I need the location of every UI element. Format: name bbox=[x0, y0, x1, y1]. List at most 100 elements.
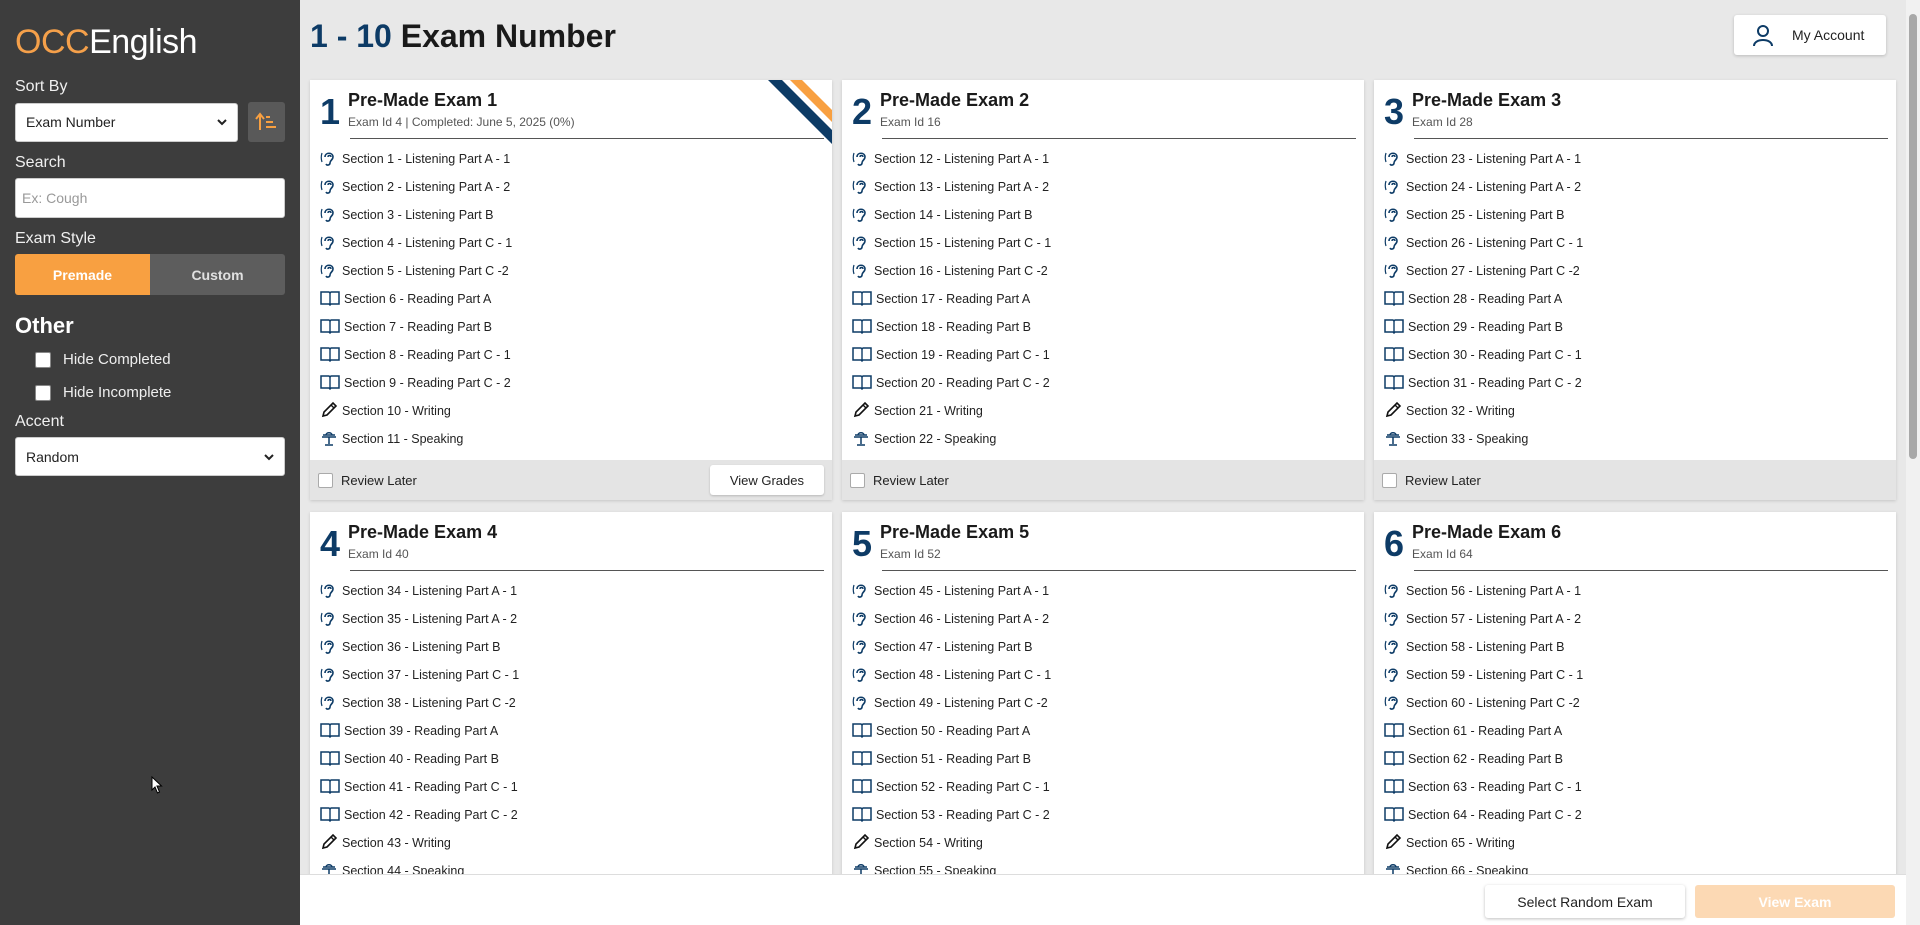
hide-incomplete-option[interactable]: Hide Incomplete bbox=[35, 384, 285, 401]
section-label: Section 10 - Writing bbox=[342, 404, 451, 418]
logo: OCCEnglish bbox=[15, 18, 285, 66]
section-item[interactable]: Section 19 - Reading Part C - 1 bbox=[852, 341, 1356, 369]
section-item[interactable]: Section 21 - Writing bbox=[852, 397, 1356, 425]
section-item[interactable]: Section 15 - Listening Part C - 1 bbox=[852, 229, 1356, 257]
accent-select[interactable]: Random bbox=[15, 437, 285, 476]
ear-icon bbox=[852, 177, 870, 198]
section-item[interactable]: Section 4 - Listening Part C - 1 bbox=[320, 229, 824, 257]
section-item[interactable]: Section 49 - Listening Part C -2 bbox=[852, 689, 1356, 717]
section-item[interactable]: Section 18 - Reading Part B bbox=[852, 313, 1356, 341]
section-item[interactable]: Section 29 - Reading Part B bbox=[1384, 313, 1888, 341]
sort-select[interactable]: Exam Number bbox=[15, 102, 238, 142]
hide-completed-option[interactable]: Hide Completed bbox=[35, 351, 285, 368]
sort-direction-button[interactable] bbox=[247, 102, 285, 142]
section-item[interactable]: Section 50 - Reading Part A bbox=[852, 717, 1356, 745]
scrollbar-thumb[interactable] bbox=[1909, 14, 1917, 459]
book-icon bbox=[1384, 374, 1404, 393]
section-item[interactable]: Section 58 - Listening Part B bbox=[1384, 633, 1888, 661]
section-item[interactable]: Section 48 - Listening Part C - 1 bbox=[852, 661, 1356, 689]
section-item[interactable]: Section 56 - Listening Part A - 1 bbox=[1384, 577, 1888, 605]
section-label: Section 61 - Reading Part A bbox=[1408, 724, 1563, 738]
section-item[interactable]: Section 45 - Listening Part A - 1 bbox=[852, 577, 1356, 605]
exam-card[interactable]: 4 Pre-Made Exam 4 Exam Id 40 Section 34 - L… bbox=[310, 512, 832, 876]
my-account-button[interactable]: My Account bbox=[1734, 15, 1886, 55]
section-item[interactable]: Section 7 - Reading Part B bbox=[320, 313, 824, 341]
section-item[interactable]: Section 31 - Reading Part C - 2 bbox=[1384, 369, 1888, 397]
section-item[interactable]: Section 36 - Listening Part B bbox=[320, 633, 824, 661]
section-item[interactable]: Section 63 - Reading Part C - 1 bbox=[1384, 773, 1888, 801]
section-item[interactable]: Section 10 - Writing bbox=[320, 397, 824, 425]
section-item[interactable]: Section 26 - Listening Part C - 1 bbox=[1384, 229, 1888, 257]
review-later-checkbox[interactable] bbox=[1382, 472, 1397, 488]
review-later-checkbox[interactable] bbox=[850, 472, 865, 488]
section-item[interactable]: Section 65 - Writing bbox=[1384, 829, 1888, 857]
section-item[interactable]: Section 53 - Reading Part C - 2 bbox=[852, 801, 1356, 829]
exam-card[interactable]: 6 Pre-Made Exam 6 Exam Id 64 Section 56 - L… bbox=[1374, 512, 1896, 876]
section-item[interactable]: Section 20 - Reading Part C - 2 bbox=[852, 369, 1356, 397]
exam-card[interactable]: 2 Pre-Made Exam 2 Exam Id 16 Section 12 - L… bbox=[842, 80, 1364, 500]
section-item[interactable]: Section 35 - Listening Part A - 2 bbox=[320, 605, 824, 633]
review-later-checkbox[interactable] bbox=[318, 472, 333, 488]
section-label: Section 50 - Reading Part A bbox=[876, 724, 1031, 738]
section-item[interactable]: Section 61 - Reading Part A bbox=[1384, 717, 1888, 745]
section-item[interactable]: Section 34 - Listening Part A - 1 bbox=[320, 577, 824, 605]
section-item[interactable]: Section 42 - Reading Part C - 2 bbox=[320, 801, 824, 829]
section-label: Section 42 - Reading Part C - 2 bbox=[344, 808, 518, 822]
book-icon bbox=[1384, 750, 1404, 769]
section-item[interactable]: Section 41 - Reading Part C - 1 bbox=[320, 773, 824, 801]
search-input[interactable]: Ex: Cough bbox=[15, 178, 285, 218]
section-item[interactable]: Section 60 - Listening Part C -2 bbox=[1384, 689, 1888, 717]
section-item[interactable]: Section 33 - Speaking bbox=[1384, 425, 1888, 453]
section-item[interactable]: Section 23 - Listening Part A - 1 bbox=[1384, 145, 1888, 173]
section-item[interactable]: Section 24 - Listening Part A - 2 bbox=[1384, 173, 1888, 201]
section-item[interactable]: Section 38 - Listening Part C -2 bbox=[320, 689, 824, 717]
section-item[interactable]: Section 37 - Listening Part C - 1 bbox=[320, 661, 824, 689]
section-item[interactable]: Section 6 - Reading Part A bbox=[320, 285, 824, 313]
section-item[interactable]: Section 27 - Listening Part C -2 bbox=[1384, 257, 1888, 285]
view-grades-button[interactable]: View Grades bbox=[709, 465, 824, 495]
section-item[interactable]: Section 64 - Reading Part C - 2 bbox=[1384, 801, 1888, 829]
section-item[interactable]: Section 5 - Listening Part C -2 bbox=[320, 257, 824, 285]
section-item[interactable]: Section 12 - Listening Part A - 1 bbox=[852, 145, 1356, 173]
section-item[interactable]: Section 59 - Listening Part C - 1 bbox=[1384, 661, 1888, 689]
section-item[interactable]: Section 13 - Listening Part A - 2 bbox=[852, 173, 1356, 201]
section-item[interactable]: Section 17 - Reading Part A bbox=[852, 285, 1356, 313]
hide-incomplete-checkbox[interactable] bbox=[35, 384, 51, 401]
section-item[interactable]: Section 43 - Writing bbox=[320, 829, 824, 857]
card-footer: Review Later View Grades bbox=[310, 460, 832, 500]
section-item[interactable]: Section 46 - Listening Part A - 2 bbox=[852, 605, 1356, 633]
section-item[interactable]: Section 28 - Reading Part A bbox=[1384, 285, 1888, 313]
section-item[interactable]: Section 25 - Listening Part B bbox=[1384, 201, 1888, 229]
section-item[interactable]: Section 39 - Reading Part A bbox=[320, 717, 824, 745]
section-item[interactable]: Section 2 - Listening Part A - 2 bbox=[320, 173, 824, 201]
section-item[interactable]: Section 30 - Reading Part C - 1 bbox=[1384, 341, 1888, 369]
section-item[interactable]: Section 22 - Speaking bbox=[852, 425, 1356, 453]
section-item[interactable]: Section 54 - Writing bbox=[852, 829, 1356, 857]
book-icon bbox=[320, 750, 340, 769]
exam-card[interactable]: 1 Pre-Made Exam 1 Exam Id 4 | Completed: J… bbox=[310, 80, 832, 500]
section-item[interactable]: Section 57 - Listening Part A - 2 bbox=[1384, 605, 1888, 633]
section-item[interactable]: Section 51 - Reading Part B bbox=[852, 745, 1356, 773]
exam-card[interactable]: 3 Pre-Made Exam 3 Exam Id 28 Section 23 - L… bbox=[1374, 80, 1896, 500]
premade-button[interactable]: Premade bbox=[15, 254, 150, 295]
section-item[interactable]: Section 8 - Reading Part C - 1 bbox=[320, 341, 824, 369]
section-item[interactable]: Section 16 - Listening Part C -2 bbox=[852, 257, 1356, 285]
section-item[interactable]: Section 3 - Listening Part B bbox=[320, 201, 824, 229]
exam-card[interactable]: 5 Pre-Made Exam 5 Exam Id 52 Section 45 - L… bbox=[842, 512, 1364, 876]
section-item[interactable]: Section 9 - Reading Part C - 2 bbox=[320, 369, 824, 397]
section-item[interactable]: Section 62 - Reading Part B bbox=[1384, 745, 1888, 773]
section-item[interactable]: Section 1 - Listening Part A - 1 bbox=[320, 145, 824, 173]
hide-completed-checkbox[interactable] bbox=[35, 351, 51, 368]
custom-button[interactable]: Custom bbox=[150, 254, 285, 295]
select-random-exam-button[interactable]: Select Random Exam bbox=[1485, 885, 1685, 918]
page-title-text: Exam Number bbox=[400, 18, 616, 54]
section-item[interactable]: Section 47 - Listening Part B bbox=[852, 633, 1356, 661]
section-item[interactable]: Section 14 - Listening Part B bbox=[852, 201, 1356, 229]
book-icon bbox=[320, 318, 340, 337]
scrollbar[interactable] bbox=[1906, 0, 1920, 925]
section-item[interactable]: Section 40 - Reading Part B bbox=[320, 745, 824, 773]
section-item[interactable]: Section 11 - Speaking bbox=[320, 425, 824, 453]
section-item[interactable]: Section 52 - Reading Part C - 1 bbox=[852, 773, 1356, 801]
section-item[interactable]: Section 32 - Writing bbox=[1384, 397, 1888, 425]
view-exam-button[interactable]: View Exam bbox=[1695, 885, 1895, 918]
